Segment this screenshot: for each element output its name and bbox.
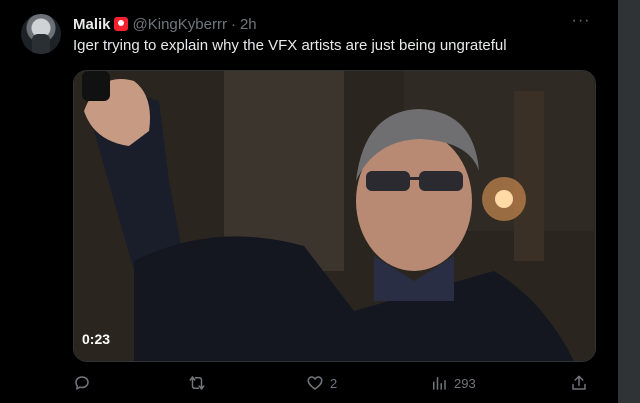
- window-frame-gap: [612, 0, 618, 403]
- retweet-icon: [189, 376, 205, 390]
- badge-icon: [113, 17, 128, 31]
- share-button[interactable]: [570, 372, 588, 394]
- video-frame: [74, 71, 595, 361]
- user-handle[interactable]: @KingKyberrr: [133, 16, 227, 33]
- retweet-button[interactable]: [188, 372, 212, 394]
- tweet-header: Malik @KingKyberrr · 2h: [73, 14, 257, 34]
- action-bar: 2 293: [0, 372, 640, 394]
- views-button[interactable]: 293: [430, 372, 476, 394]
- display-name[interactable]: Malik: [73, 16, 111, 33]
- avatar[interactable]: [21, 14, 61, 54]
- reply-button[interactable]: [73, 372, 97, 394]
- like-count: 2: [330, 375, 338, 391]
- separator-dot: ·: [230, 15, 236, 33]
- share-icon: [572, 375, 586, 390]
- like-icon: [307, 376, 323, 390]
- views-icon: [433, 377, 446, 390]
- tweet-text: Iger trying to explain why the VFX artis…: [73, 37, 507, 54]
- views-count: 293: [454, 375, 476, 391]
- timestamp[interactable]: 2h: [240, 16, 257, 33]
- video-player[interactable]: 0:23: [73, 70, 596, 362]
- more-icon[interactable]: ···: [570, 13, 592, 34]
- video-duration: 0:23: [82, 331, 111, 347]
- reply-icon: [75, 376, 89, 390]
- like-button[interactable]: 2: [306, 372, 337, 394]
